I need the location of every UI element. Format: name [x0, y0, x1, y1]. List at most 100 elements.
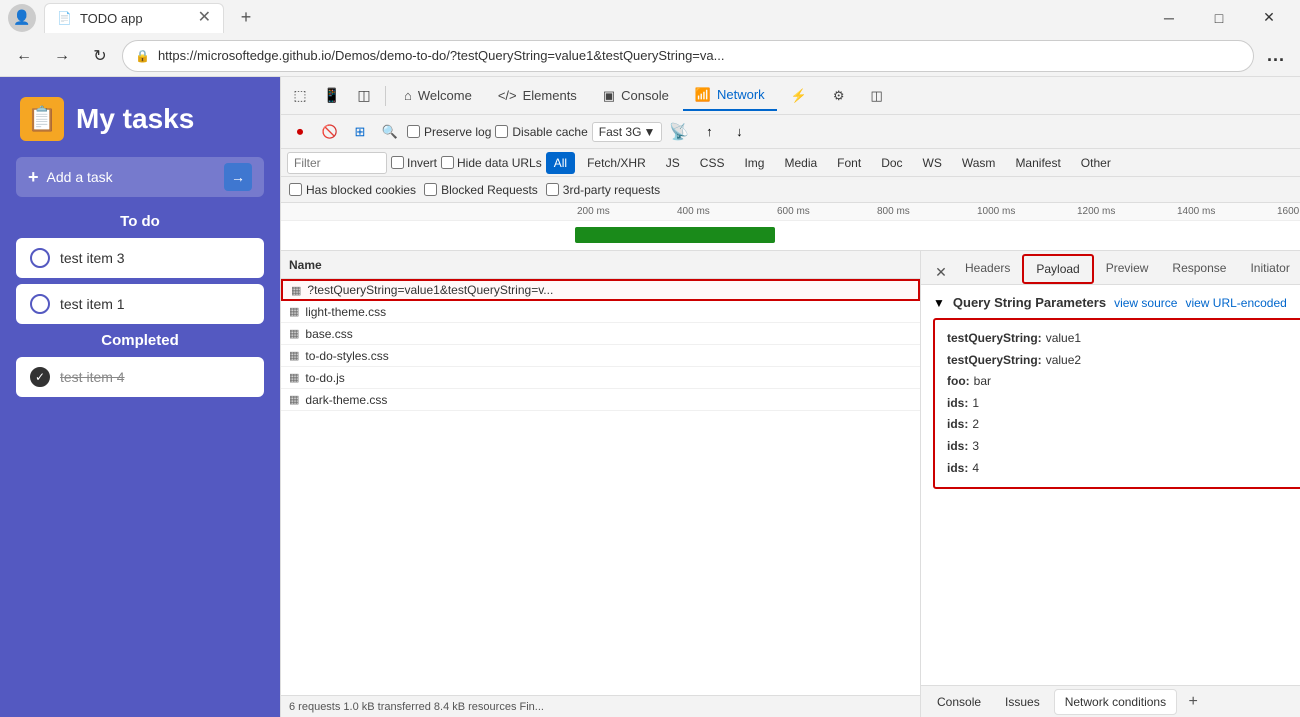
todo-item-1[interactable]: test item 1	[16, 284, 264, 324]
todo-item-text-completed-0: test item 4	[60, 369, 125, 385]
todo-checkbox-0[interactable]	[30, 248, 50, 268]
add-task-bar[interactable]: + Add a task →	[16, 157, 264, 197]
minimize-button[interactable]: ─	[1146, 4, 1192, 32]
filter-chip-ws[interactable]: WS	[915, 152, 950, 174]
tab-performance[interactable]: ⚡	[779, 81, 819, 111]
todo-checkbox-1[interactable]	[30, 294, 50, 314]
request-item-1[interactable]: ▦ light-theme.css	[281, 301, 920, 323]
param-key-0: testQueryString:	[947, 328, 1042, 350]
tick-800: 800 ms	[875, 206, 975, 217]
param-row-3: ids: 1	[947, 393, 1300, 415]
request-item-2[interactable]: ▦ base.css	[281, 323, 920, 345]
browser-tab[interactable]: 📄 TODO app ✕	[44, 3, 224, 33]
filter-button[interactable]: ⊞	[347, 119, 373, 145]
request-item-3[interactable]: ▦ to-do-styles.css	[281, 345, 920, 367]
details-tab-payload[interactable]: Payload	[1022, 254, 1093, 284]
cookies-bar: Has blocked cookies Blocked Requests 3rd…	[281, 177, 1300, 203]
request-name-1: light-theme.css	[305, 305, 386, 319]
filter-chip-media[interactable]: Media	[776, 152, 825, 174]
refresh-button[interactable]: ↻	[84, 40, 116, 72]
network-up-icon[interactable]: ↑	[696, 119, 722, 145]
bottom-tab-console[interactable]: Console	[927, 689, 991, 715]
request-item-4[interactable]: ▦ to-do.js	[281, 367, 920, 389]
has-blocked-cookies-label: Has blocked cookies	[306, 183, 416, 197]
hide-data-urls-label: Hide data URLs	[457, 156, 542, 170]
tick-1600: 1600 ms	[1275, 206, 1300, 217]
new-tab-button[interactable]: +	[232, 4, 260, 32]
preserve-log-label: Preserve log	[424, 125, 491, 139]
restore-button[interactable]: □	[1196, 4, 1242, 32]
tab-console[interactable]: ▣ Console	[591, 81, 681, 111]
details-tab-response[interactable]: Response	[1160, 254, 1238, 284]
request-item-5[interactable]: ▦ dark-theme.css	[281, 389, 920, 411]
param-row-4: ids: 2	[947, 414, 1300, 436]
view-source-link[interactable]: view source	[1114, 296, 1177, 310]
devtools-panel-button[interactable]: ◫	[349, 81, 379, 111]
user-avatar: 👤	[8, 4, 36, 32]
tab-welcome-label: Welcome	[418, 88, 472, 103]
request-icon-5: ▦	[289, 393, 299, 406]
address-bar[interactable]: 🔒 https://microsoftedge.github.io/Demos/…	[122, 40, 1254, 72]
filter-chip-doc[interactable]: Doc	[873, 152, 910, 174]
has-blocked-cookies-checkbox[interactable]: Has blocked cookies	[289, 183, 416, 197]
filter-chip-css[interactable]: CSS	[692, 152, 733, 174]
details-tab-preview[interactable]: Preview	[1094, 254, 1161, 284]
tab-close-button[interactable]: ✕	[198, 10, 211, 26]
tab-elements-label: Elements	[523, 88, 577, 103]
details-tab-initiator[interactable]: Initiator	[1238, 254, 1300, 284]
back-button[interactable]: ←	[8, 40, 40, 72]
throttle-selector[interactable]: Fast 3G ▼	[592, 122, 663, 142]
tab-settings[interactable]: ⚙	[821, 81, 857, 111]
bottom-tab-issues[interactable]: Issues	[995, 689, 1050, 715]
hide-data-urls-checkbox[interactable]: Hide data URLs	[441, 156, 542, 170]
devtools-inspect-button[interactable]: ⬚	[285, 81, 315, 111]
todo-item-0[interactable]: test item 3	[16, 238, 264, 278]
forward-button[interactable]: →	[46, 40, 78, 72]
filter-chip-js[interactable]: JS	[658, 152, 688, 174]
preserve-log-checkbox[interactable]: Preserve log	[407, 125, 491, 139]
disable-cache-checkbox[interactable]: Disable cache	[495, 125, 587, 139]
bottom-tab-add-button[interactable]: +	[1181, 690, 1205, 714]
tab-network[interactable]: 📶 Network	[683, 81, 777, 111]
clear-button[interactable]: 🚫	[317, 119, 343, 145]
network-down-icon[interactable]: ↓	[726, 119, 752, 145]
filter-chip-fetchxhr[interactable]: Fetch/XHR	[579, 152, 654, 174]
filter-chip-all[interactable]: All	[546, 152, 575, 174]
filter-input[interactable]	[287, 152, 387, 174]
filter-chip-wasm[interactable]: Wasm	[954, 152, 1004, 174]
param-key-6: ids:	[947, 458, 968, 480]
filter-chip-manifest[interactable]: Manifest	[1007, 152, 1068, 174]
browser-more-button[interactable]: ...	[1260, 40, 1292, 72]
tab-elements[interactable]: </> Elements	[486, 81, 589, 111]
filter-chip-font[interactable]: Font	[829, 152, 869, 174]
tab-application[interactable]: ◫	[859, 81, 895, 111]
todo-checkbox-completed-0[interactable]: ✓	[30, 367, 50, 387]
record-button[interactable]: ⏺	[287, 119, 313, 145]
filter-chip-img[interactable]: Img	[736, 152, 772, 174]
network-offline-icon[interactable]: 📡	[666, 119, 692, 145]
details-close-button[interactable]: ✕	[929, 260, 953, 284]
titlebar-controls: ─ □ ✕	[1146, 4, 1292, 32]
invert-label: Invert	[407, 156, 437, 170]
todo-item-text-0: test item 3	[60, 250, 125, 266]
tab-response-label: Response	[1172, 261, 1226, 275]
application-icon: ◫	[871, 88, 883, 104]
details-tab-headers[interactable]: Headers	[953, 254, 1022, 284]
search-button[interactable]: 🔍	[377, 119, 403, 145]
todo-item-completed-0[interactable]: ✓ test item 4	[16, 357, 264, 397]
tick-600: 600 ms	[775, 206, 875, 217]
network-toolbar: ⏺ 🚫 ⊞ 🔍 Preserve log Disable cache Fast …	[281, 115, 1300, 149]
tab-welcome[interactable]: ⌂ Welcome	[392, 81, 484, 111]
requests-pane: Name ▦ ?testQueryString=value1&testQuery…	[281, 251, 921, 717]
request-item-0[interactable]: ▦ ?testQueryString=value1&testQueryStrin…	[281, 279, 920, 301]
requests-name-column: Name	[289, 258, 322, 272]
view-url-encoded-link[interactable]: view URL-encoded	[1185, 296, 1286, 310]
blocked-requests-checkbox[interactable]: Blocked Requests	[424, 183, 538, 197]
main-content: 📋 My tasks + Add a task → To do test ite…	[0, 77, 1300, 717]
invert-checkbox[interactable]: Invert	[391, 156, 437, 170]
bottom-tab-network-conditions[interactable]: Network conditions	[1054, 689, 1177, 715]
devtools-device-button[interactable]: 📱	[317, 81, 347, 111]
filter-chip-other[interactable]: Other	[1073, 152, 1119, 174]
third-party-checkbox[interactable]: 3rd-party requests	[546, 183, 660, 197]
close-button[interactable]: ✕	[1246, 4, 1292, 32]
